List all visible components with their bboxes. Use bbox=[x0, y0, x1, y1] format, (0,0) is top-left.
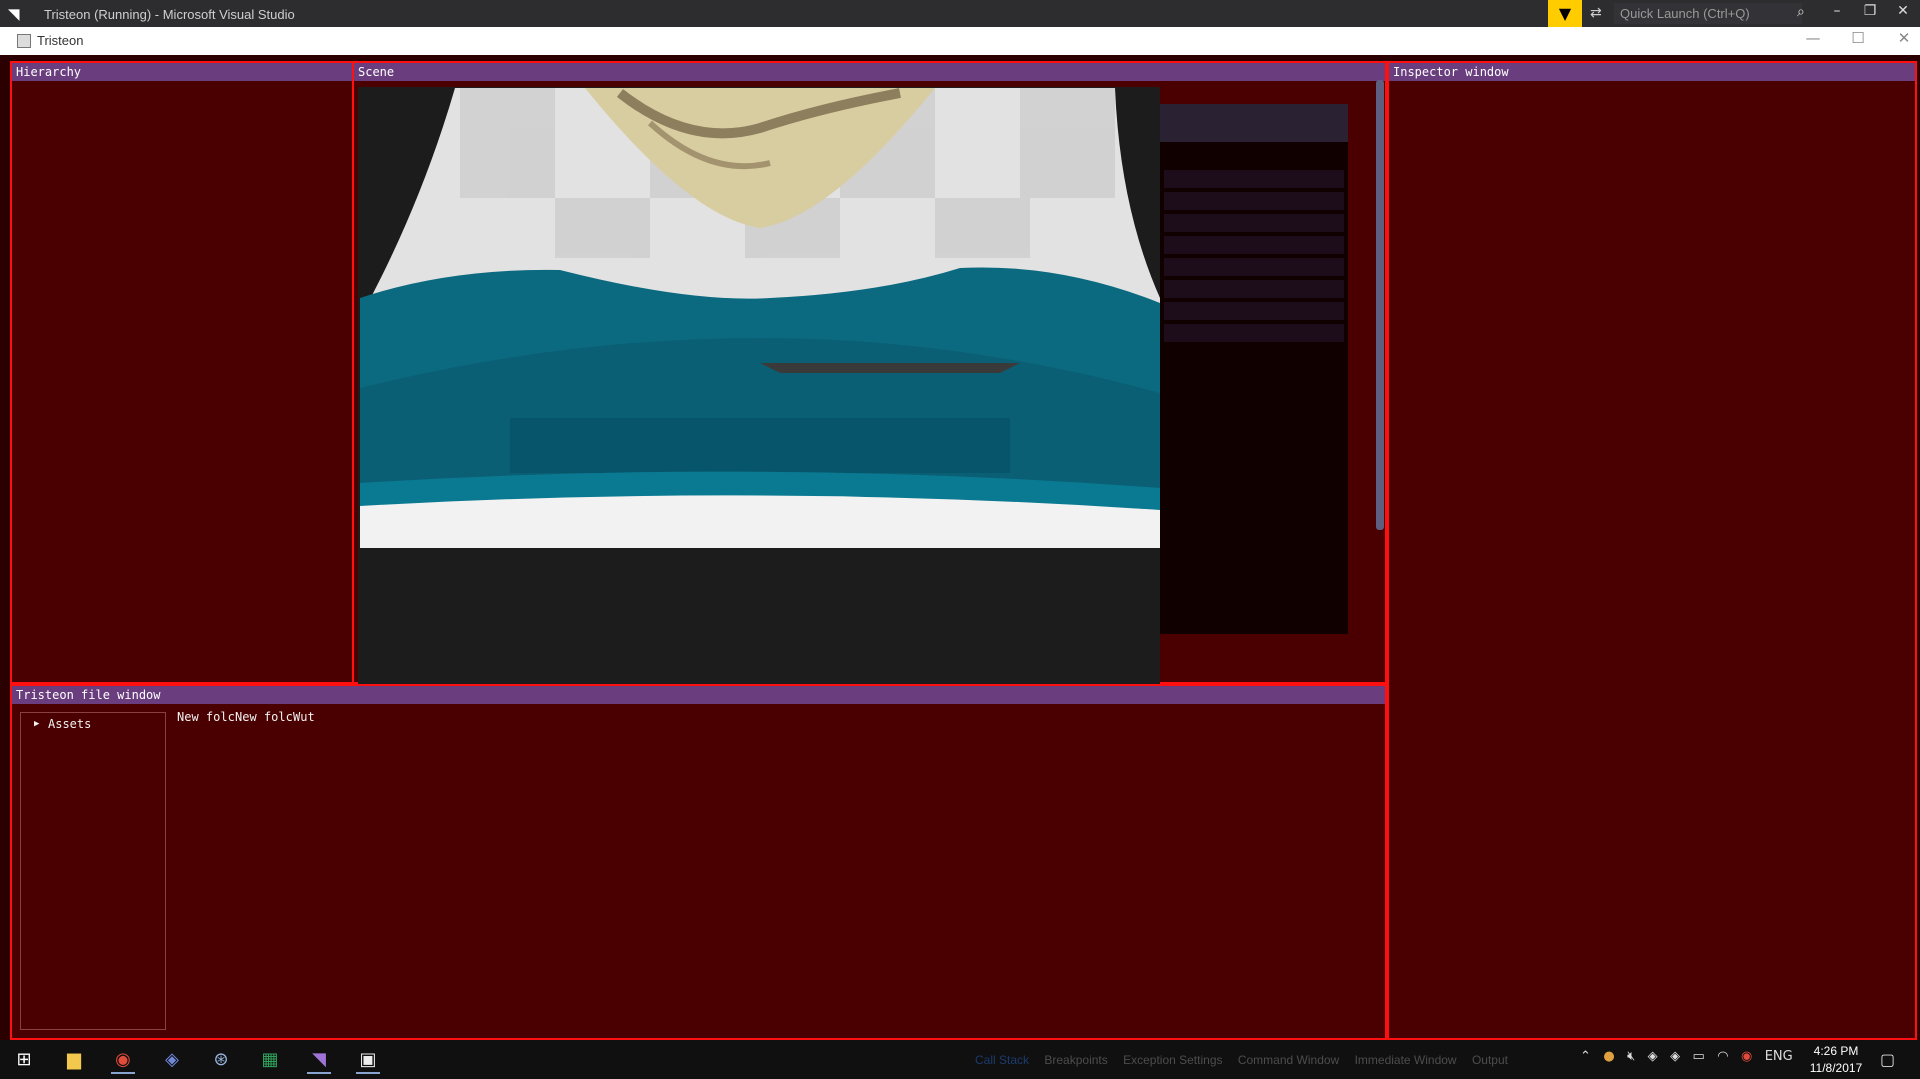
battery-icon[interactable]: ▭ bbox=[1692, 1049, 1704, 1064]
overlay-row bbox=[1164, 214, 1344, 232]
overlay-row bbox=[1164, 236, 1344, 254]
clock-date: 11/8/2017 bbox=[1809, 1061, 1863, 1075]
overlay-row bbox=[1164, 258, 1344, 276]
discord-tray-icon[interactable]: ◈ bbox=[1670, 1049, 1680, 1064]
quick-launch-input[interactable]: Quick Launch (Ctrl+Q) bbox=[1614, 3, 1802, 24]
chrome-tray-icon[interactable]: ◉ bbox=[1741, 1049, 1752, 1064]
tristeon-app-icon[interactable]: ▣ bbox=[356, 1048, 380, 1074]
inspector-panel[interactable]: Inspector window bbox=[1387, 61, 1917, 1040]
chrome-icon[interactable]: ◉ bbox=[111, 1048, 135, 1074]
scene-scrollbar[interactable] bbox=[1376, 80, 1384, 530]
file-window-header[interactable]: Tristeon file window bbox=[12, 686, 1385, 704]
steam-icon[interactable]: ⊛ bbox=[209, 1048, 233, 1072]
tray-app-icon[interactable]: ● bbox=[1603, 1049, 1614, 1064]
tab-call-stack[interactable]: Call Stack bbox=[975, 1053, 1029, 1067]
windows-start-icon[interactable]: ⊞ bbox=[12, 1048, 36, 1072]
tab-output[interactable]: Output bbox=[1472, 1053, 1508, 1067]
system-tray: ⌃ ● 🔇︎ ◈ ◈ ▭ ◠ ◉ ENG bbox=[1580, 1049, 1793, 1064]
wifi-icon[interactable]: ◠ bbox=[1717, 1049, 1728, 1064]
clock-time: 4:26 PM bbox=[1813, 1044, 1859, 1058]
discord-tray-icon[interactable]: ◈ bbox=[1648, 1049, 1658, 1064]
app-icon bbox=[17, 34, 31, 48]
hierarchy-header[interactable]: Hierarchy bbox=[12, 63, 352, 81]
tab-exception-settings[interactable]: Exception Settings bbox=[1123, 1053, 1222, 1067]
hierarchy-panel[interactable]: Hierarchy bbox=[10, 61, 354, 684]
scene-render-svg bbox=[360, 88, 1160, 548]
quick-launch-placeholder: Quick Launch (Ctrl+Q) bbox=[1620, 6, 1750, 21]
excel-icon[interactable]: ▦ bbox=[258, 1048, 282, 1072]
filter-icon[interactable]: ▼ bbox=[1548, 0, 1582, 27]
vs-restore-button[interactable]: ❐ bbox=[1855, 3, 1885, 19]
app-title-bar bbox=[0, 27, 1920, 55]
folder-item[interactable]: New folc bbox=[177, 710, 235, 724]
file-explorer-icon[interactable]: ▆ bbox=[62, 1048, 86, 1072]
vs-window-title: Tristeon (Running) - Microsoft Visual St… bbox=[44, 7, 295, 22]
file-tree bbox=[20, 712, 166, 1030]
vs-minimize-button[interactable]: – bbox=[1822, 3, 1852, 19]
overlay-row bbox=[1164, 192, 1344, 210]
overlay-row bbox=[1164, 280, 1344, 298]
search-icon[interactable]: ⌕ bbox=[1797, 4, 1805, 20]
overlay-panel-header bbox=[1160, 104, 1348, 142]
vs-close-button[interactable]: ✕ bbox=[1888, 3, 1918, 19]
action-center-icon[interactable]: ▢ bbox=[1880, 1050, 1895, 1069]
inspector-header[interactable]: Inspector window bbox=[1389, 63, 1915, 81]
tab-command-window[interactable]: Command Window bbox=[1238, 1053, 1339, 1067]
overlay-row bbox=[1164, 302, 1344, 320]
app-maximize-button[interactable]: ☐ bbox=[1843, 29, 1873, 47]
overlay-row bbox=[1164, 324, 1344, 342]
visual-studio-logo-icon: ◥ bbox=[8, 5, 20, 23]
discord-icon[interactable]: ◈ bbox=[160, 1048, 184, 1072]
scene-overlay-panel bbox=[1160, 104, 1348, 634]
scene-header[interactable]: Scene bbox=[354, 63, 1385, 81]
language-indicator[interactable]: ENG bbox=[1765, 1049, 1793, 1064]
clock[interactable]: 4:26 PM 11/8/2017 bbox=[1800, 1043, 1872, 1077]
feedback-icon[interactable]: ⇄ bbox=[1590, 5, 1602, 21]
tree-item-assets[interactable]: Assets bbox=[48, 717, 91, 731]
folder-item[interactable]: Wut bbox=[293, 710, 315, 724]
visual-studio-icon[interactable]: ◥ bbox=[307, 1048, 331, 1074]
tab-breakpoints[interactable]: Breakpoints bbox=[1044, 1053, 1107, 1067]
app-close-button[interactable]: ✕ bbox=[1889, 29, 1919, 47]
show-hidden-icons-icon[interactable]: ⌃ bbox=[1580, 1049, 1591, 1064]
scene-render-image bbox=[360, 88, 1160, 548]
vs-debug-tabs: Call Stack Breakpoints Exception Setting… bbox=[975, 1053, 1520, 1067]
expand-arrow-icon[interactable]: ▶ bbox=[34, 719, 39, 729]
overlay-row bbox=[1164, 170, 1344, 188]
folder-item[interactable]: New folc bbox=[235, 710, 293, 724]
tab-immediate-window[interactable]: Immediate Window bbox=[1355, 1053, 1457, 1067]
app-window-title: Tristeon bbox=[37, 33, 84, 48]
file-window-panel[interactable]: Tristeon file window bbox=[10, 684, 1387, 1040]
volume-muted-icon[interactable]: 🔇︎ bbox=[1627, 1049, 1635, 1064]
app-minimize-button[interactable]: — bbox=[1798, 29, 1828, 47]
